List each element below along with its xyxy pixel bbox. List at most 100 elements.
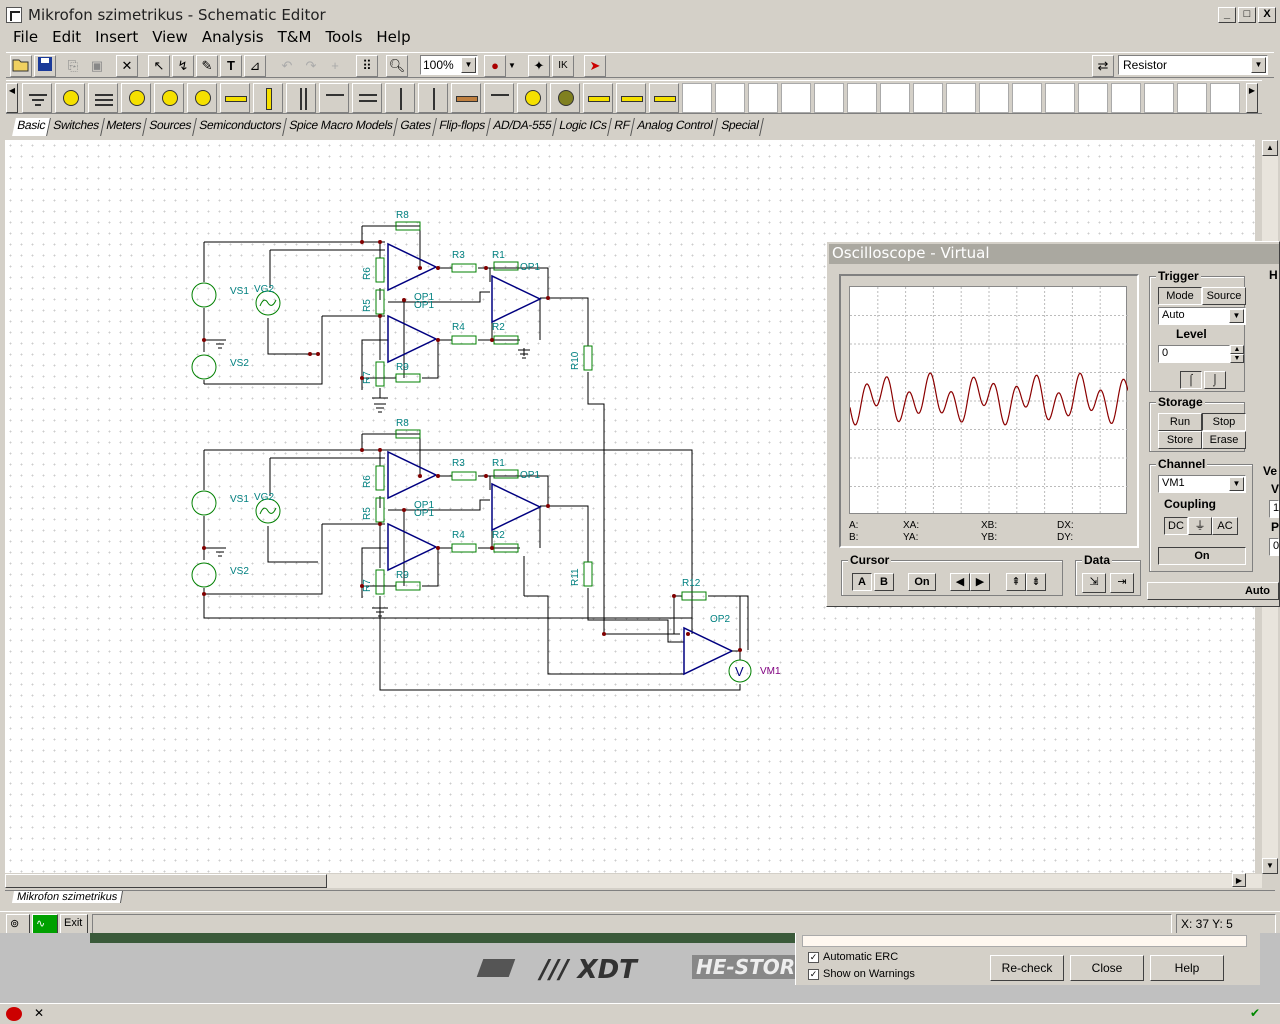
data-export-icon[interactable]: ⇥	[1110, 573, 1134, 593]
place-component-icon[interactable]: ⇄	[1092, 55, 1114, 77]
cursor-up-icon[interactable]: ⇞	[1006, 573, 1026, 591]
lamp-icon[interactable]	[517, 83, 547, 113]
tab-logic-ics[interactable]: Logic ICs	[553, 118, 612, 136]
trigger-source-button[interactable]: Source	[1202, 287, 1246, 305]
store-button[interactable]: Store	[1158, 431, 1202, 449]
undo-icon[interactable]: ↶	[276, 55, 298, 77]
empty-slot[interactable]	[1111, 83, 1141, 113]
rising-edge-icon[interactable]: ⌠	[1180, 371, 1202, 389]
multi-battery-icon[interactable]	[88, 83, 118, 113]
empty-slot[interactable]	[913, 83, 943, 113]
variable-resistor-icon[interactable]	[616, 83, 646, 113]
empty-slot[interactable]	[1078, 83, 1108, 113]
potentiometer-icon[interactable]	[583, 83, 613, 113]
dc-analysis-icon[interactable]: ●	[484, 55, 506, 77]
tab-ad-da-555[interactable]: AD/DA-555	[487, 118, 557, 136]
tab-flip-flops[interactable]: Flip-flops	[434, 118, 491, 136]
close-button[interactable]: X	[1258, 7, 1276, 23]
volts-input-partial[interactable]: 1	[1269, 500, 1279, 518]
empty-slot[interactable]	[715, 83, 745, 113]
cursor-on-button[interactable]: On	[908, 573, 936, 591]
erase-button[interactable]: Erase	[1202, 431, 1246, 449]
menu-tools[interactable]: Tools	[318, 27, 369, 49]
chevron-down-icon[interactable]: ▼	[1251, 57, 1266, 73]
scroll-down-arrow[interactable]: ▼	[1262, 858, 1278, 874]
empty-slot[interactable]	[682, 83, 712, 113]
open-icon[interactable]	[10, 55, 32, 77]
schematic-mode-icon[interactable]: ⊚	[6, 914, 30, 934]
menu-tm[interactable]: T&M	[271, 27, 319, 49]
impedance-icon[interactable]	[649, 83, 679, 113]
empty-slot[interactable]	[748, 83, 778, 113]
close-icon[interactable]: ✕	[34, 1006, 44, 1020]
empty-slot[interactable]	[847, 83, 877, 113]
run-button[interactable]: Run	[1158, 413, 1202, 431]
ok-icon[interactable]: ✔	[1250, 1006, 1260, 1020]
scroll-up-arrow[interactable]: ▲	[1262, 140, 1278, 156]
cursor-left-icon[interactable]: ◀	[950, 573, 970, 591]
tab-semiconductors[interactable]: Semiconductors	[194, 118, 288, 136]
adblock-icon[interactable]	[6, 1007, 22, 1021]
motor-icon[interactable]	[550, 83, 580, 113]
palette-left-arrow[interactable]: ◀	[6, 83, 18, 113]
tab-meters[interactable]: Meters	[101, 118, 148, 136]
ground-icon[interactable]	[22, 83, 52, 113]
save-icon[interactable]	[34, 55, 56, 77]
voltage-source-icon[interactable]	[121, 83, 151, 113]
menu-view[interactable]: View	[145, 27, 195, 49]
maximize-button[interactable]: □	[1238, 7, 1256, 23]
app-icon[interactable]	[6, 7, 22, 23]
redo-icon[interactable]: ↷	[300, 55, 322, 77]
tab-rf[interactable]: RF	[609, 118, 636, 136]
macro-icon[interactable]: IK	[552, 55, 574, 77]
erc-help-button[interactable]: Help	[1150, 955, 1224, 981]
show-warnings-checkbox[interactable]: ✓ Show on Warnings	[808, 968, 915, 980]
position-input-partial[interactable]: 0	[1269, 538, 1279, 556]
wire-icon[interactable]: ↯	[172, 55, 194, 77]
delete-icon[interactable]: ✕	[116, 55, 138, 77]
menu-edit[interactable]: Edit	[45, 27, 88, 49]
zoom-select[interactable]: 100% ▼	[420, 55, 478, 75]
auto-button[interactable]: Auto	[1147, 582, 1279, 600]
exit-button[interactable]: Exit	[60, 914, 88, 934]
vertical-resistor-icon[interactable]	[253, 83, 283, 113]
empty-slot[interactable]	[1012, 83, 1042, 113]
pencil-icon[interactable]: ✎	[196, 55, 218, 77]
resistor-icon[interactable]	[220, 83, 250, 113]
dc-coupling-button[interactable]: DC	[1164, 517, 1188, 535]
level-input[interactable]: 0	[1158, 345, 1230, 363]
tab-switches[interactable]: Switches	[47, 118, 105, 136]
trigger-mode-select[interactable]: Auto ▼	[1158, 307, 1246, 325]
select-arrow-icon[interactable]: ↖	[148, 55, 170, 77]
scroll-right-arrow[interactable]: ▶	[1232, 873, 1246, 887]
probe-icon[interactable]: ✦	[528, 55, 550, 77]
capacitor-icon[interactable]	[286, 83, 316, 113]
chevron-down-icon[interactable]: ▼	[1229, 477, 1244, 491]
tab-spice-macro-models[interactable]: Spice Macro Models	[284, 118, 399, 136]
ground-coupling-icon[interactable]: ⏚	[1188, 517, 1212, 535]
switch-icon[interactable]	[484, 83, 514, 113]
label-icon[interactable]: ⊿	[244, 55, 266, 77]
chevron-down-icon[interactable]: ▼	[461, 57, 476, 73]
paste-icon[interactable]: ▣	[86, 55, 108, 77]
transformer-2-icon[interactable]	[418, 83, 448, 113]
grid-icon[interactable]: ⠿	[356, 55, 378, 77]
menu-insert[interactable]: Insert	[88, 27, 145, 49]
battery-icon[interactable]	[55, 83, 85, 113]
text-icon[interactable]: T	[220, 55, 242, 77]
empty-slot[interactable]	[979, 83, 1009, 113]
oscilloscope-title[interactable]: Oscilloscope - Virtual	[829, 244, 1279, 264]
transformer-icon[interactable]	[385, 83, 415, 113]
junction-icon[interactable]: +	[324, 55, 346, 77]
tab-gates[interactable]: Gates	[395, 118, 437, 136]
empty-slot[interactable]	[814, 83, 844, 113]
cursor-a-button[interactable]: A	[852, 573, 872, 591]
cursor-right-icon[interactable]: ▶	[970, 573, 990, 591]
pin-icon[interactable]: ➤	[584, 55, 606, 77]
channel-select[interactable]: VM1 ▼	[1158, 475, 1246, 493]
ammeter-icon[interactable]	[187, 83, 217, 113]
zoom-icon[interactable]: 🔍︎	[386, 55, 408, 77]
copy-icon[interactable]: ⎘	[62, 55, 84, 77]
menu-help[interactable]: Help	[369, 27, 417, 49]
menu-analysis[interactable]: Analysis	[195, 27, 271, 49]
